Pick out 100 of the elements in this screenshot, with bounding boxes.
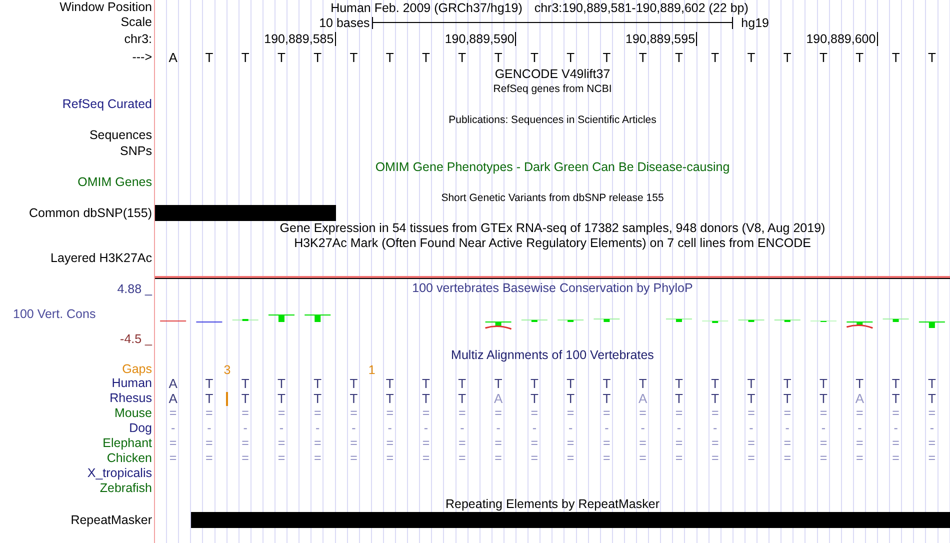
alignment-mark: = [530,406,540,421]
alignment-mark: = [276,436,286,451]
species-label[interactable]: Rhesus [110,391,155,406]
track-title: 100 vertebrates Basewise Conservation by PhyloP [412,281,693,295]
alignment-mark: = [240,406,250,421]
base-letter: T [818,50,828,64]
row-label[interactable]: chr3: [124,32,155,46]
base-letter: T [312,376,323,391]
alignment-mark: = [276,451,286,466]
track-label[interactable]: RepeatMasker [70,512,155,528]
alignment-mark: = [168,451,178,466]
species-label[interactable]: Mouse [114,406,155,421]
alignment-mark: = [891,451,900,466]
track-label[interactable]: OMIM Genes [78,174,155,190]
species-label[interactable]: Elephant [102,436,155,451]
alignment-mark: = [204,451,214,466]
base-letter: T [890,50,901,64]
alignment-mark: - [640,421,646,436]
alignment-mark: = [710,406,720,421]
row-label[interactable]: Scale [120,15,155,30]
alignment-mark: = [818,451,828,466]
track-title: RefSeq genes from NCBI [493,82,612,94]
alignment-mark: = [421,451,431,466]
base-letter: T [276,391,286,406]
base-letter: T [529,391,540,406]
axis-max-label: 4.88 _ [117,282,152,296]
alignment-mark: = [385,436,395,451]
feature-bar[interactable] [155,205,336,221]
base-letter: T [854,376,865,391]
species-label[interactable]: Human [112,376,155,391]
base-letter: T [566,50,576,64]
alignment-mark: = [602,436,612,451]
row-label[interactable]: Window Position [60,0,155,15]
alignment-mark: = [782,451,792,466]
alignment-mark: = [530,436,540,451]
coordinate-tick: 190,889,585 [264,32,336,46]
base-letter: A [168,50,178,64]
alignment-mark: - [892,421,899,436]
alignment-mark: - [170,421,176,436]
track-label[interactable]: Sequences [89,128,155,142]
track-label[interactable]: SNPs [120,144,155,158]
alignment-mark: - [531,421,538,436]
alignment-mark: = [854,451,864,466]
alignment-mark: = [638,406,648,421]
base-letter: T [926,391,937,406]
track-label[interactable]: RefSeq Curated [62,96,155,112]
alignment-mark: = [312,436,322,451]
track-title: Short Genetic Variants from dbSNP release 155 [441,192,664,204]
base-letter: A [492,391,504,406]
alignment-mark: - [567,421,574,436]
alignment-mark: - [206,421,212,436]
feature-bar[interactable] [191,512,950,528]
alignment-mark: - [676,421,682,436]
alignment-mark: = [312,406,322,421]
alignment-mark: = [204,436,214,451]
alignment-mark: = [240,436,250,451]
alignment-mark: = [746,451,756,466]
base-letter: T [674,50,684,64]
species-label[interactable]: Dog [129,421,155,436]
track-label[interactable]: Layered H3K27Ac [50,250,155,266]
alignment-mark: - [604,421,610,436]
alignment-mark: - [242,421,248,436]
alignment-mark: = [602,406,612,421]
alignment-mark: = [530,451,540,466]
species-label[interactable]: Zebrafish [100,481,155,496]
alignment-mark: = [349,451,358,466]
alignment-mark: = [566,406,576,421]
alignment-mark: = [927,436,937,451]
gap-count: 3 [222,362,232,376]
track-title: GENCODE V49lift37 [494,66,610,80]
alignment-mark: - [386,421,393,436]
assembly-id: hg19 [740,16,770,30]
base-letter: T [638,376,648,391]
base-letter: T [276,376,286,391]
species-label[interactable]: X_tropicalis [87,466,155,481]
base-letter: A [638,391,648,406]
base-letter: T [782,391,792,406]
alignment-mark: = [385,451,395,466]
gap-count: 1 [367,362,376,376]
species-label[interactable]: Chicken [106,451,155,466]
coordinate-tick: 190,889,600 [806,32,878,46]
track-label[interactable]: 100 Vert. Cons [13,307,96,321]
alignment-mark: = [457,406,467,421]
alignment-mark: = [638,436,648,451]
alignment-mark: - [350,421,357,436]
alignment-mark: = [674,451,684,466]
alignment-mark: = [891,406,900,421]
assembly-name: Human Feb. 2009 (GRCh37/hg19) [330,0,522,14]
alignment-mark: - [459,421,466,436]
base-letter: T [493,50,504,64]
base-letter: A [168,391,178,406]
alignment-mark: = [457,451,467,466]
base-letter: T [457,391,468,406]
alignment-mark: = [457,436,467,451]
alignment-mark: = [349,436,358,451]
alignment-mark: = [566,451,576,466]
track-label[interactable]: Common dbSNP(155) [29,206,155,220]
base-letter: T [890,391,901,406]
row-label[interactable]: ---> [132,50,155,64]
base-letter: T [240,391,250,406]
